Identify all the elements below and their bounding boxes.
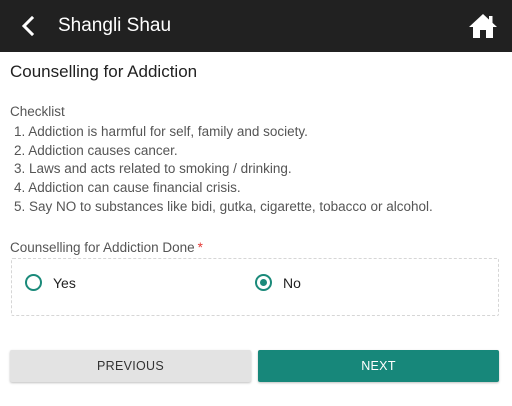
home-icon (469, 14, 497, 38)
counselling-radio-group: Yes No (11, 258, 499, 316)
radio-selected-icon[interactable] (255, 274, 272, 291)
checklist: Checklist 1. Addiction is harmful for se… (10, 103, 433, 217)
app-title: Shangli Shau (58, 15, 172, 36)
page-title: Counselling for Addiction (10, 62, 198, 81)
radio-option-yes[interactable]: Yes (25, 274, 76, 291)
checklist-item: 4. Addiction can cause financial crisis. (14, 180, 241, 196)
app-bar: Shangli Shau (0, 0, 512, 52)
checklist-item: 1. Addiction is harmful for self, family… (14, 123, 308, 139)
radio-unselected-icon[interactable] (25, 274, 42, 291)
chevron-left-icon (21, 16, 35, 36)
radio-dot (260, 279, 267, 286)
checklist-item: 5. Say NO to substances like bidi, gutka… (14, 198, 433, 214)
home-button[interactable] (468, 12, 498, 40)
checklist-item: 3. Laws and acts related to smoking / dr… (14, 161, 292, 177)
previous-button[interactable]: PREVIOUS (10, 350, 251, 382)
radio-label-yes: Yes (53, 274, 76, 291)
checklist-item: 2. Addiction causes cancer. (14, 142, 178, 158)
counselling-done-label-text: Counselling for Addiction Done (10, 240, 195, 255)
next-button[interactable]: NEXT (258, 350, 499, 382)
radio-option-no[interactable]: No (255, 274, 301, 291)
required-asterisk: * (197, 240, 203, 255)
checklist-heading: Checklist (10, 104, 65, 119)
counselling-done-label: Counselling for Addiction Done * (10, 240, 203, 255)
back-button[interactable] (0, 0, 56, 52)
radio-label-no: No (283, 274, 301, 291)
